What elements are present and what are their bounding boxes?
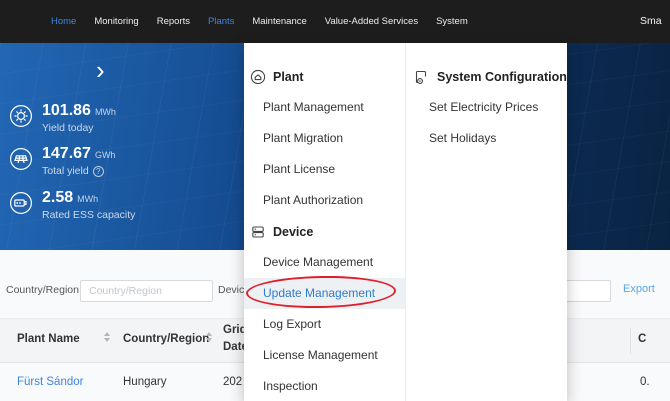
nav-item-monitoring[interactable]: Monitoring — [94, 16, 138, 27]
column-divider — [630, 328, 631, 354]
nav-item-truncated[interactable]: Sma — [640, 0, 662, 43]
menu-item-log-export[interactable]: Log Export — [244, 309, 405, 340]
country-region-filter-label: Country/Region — [6, 284, 79, 296]
nav-item-home[interactable]: Home — [51, 16, 76, 27]
plant-icon — [250, 69, 266, 85]
top-nav: Home Monitoring Reports Plants Maintenan… — [0, 0, 670, 43]
banner-next-arrow-icon[interactable]: › — [96, 57, 105, 83]
menu-section-system-configuration: System Configuration — [406, 61, 567, 92]
nav-item-plants[interactable]: Plants — [208, 16, 234, 27]
stat-label: Rated ESS capacity — [42, 209, 135, 221]
stat-value: 147.67 — [42, 145, 91, 162]
menu-column-1: Plant Plant Management Plant Migration P… — [244, 43, 405, 401]
menu-item-plant-management[interactable]: Plant Management — [244, 92, 405, 123]
country-region-input[interactable] — [80, 280, 213, 302]
plants-dropdown-menu: Plant Plant Management Plant Migration P… — [244, 43, 567, 401]
stat-value: 101.86 — [42, 102, 91, 119]
plant-name-link[interactable]: Fürst Sándor — [17, 376, 83, 388]
stat-unit: GWh — [95, 150, 116, 160]
grid-date-cell: 202 — [223, 376, 242, 388]
c-value-cell: 0. — [640, 376, 650, 388]
country-cell: Hungary — [123, 376, 166, 388]
yield-today-icon — [9, 104, 33, 128]
nav-item-maintenance[interactable]: Maintenance — [252, 16, 306, 27]
nav-item-reports[interactable]: Reports — [157, 16, 190, 27]
stat-unit: MWh — [95, 107, 116, 117]
nav-item-system[interactable]: System — [436, 16, 468, 27]
stat-rated-ess-capacity: 2.58 MWh Rated ESS capacity — [9, 189, 135, 221]
column-header-c: C — [638, 333, 646, 345]
menu-item-set-electricity-prices[interactable]: Set Electricity Prices — [406, 92, 567, 123]
menu-item-plant-authorization[interactable]: Plant Authorization — [244, 185, 405, 216]
stat-label: Total yield ? — [42, 165, 115, 177]
export-link[interactable]: Export — [623, 283, 655, 295]
menu-item-license-management[interactable]: License Management — [244, 340, 405, 371]
menu-item-plant-license[interactable]: Plant License — [244, 154, 405, 185]
stat-value: 2.58 — [42, 189, 73, 206]
nav-item-value-added-services[interactable]: Value-Added Services — [325, 16, 418, 27]
column-header-plant-name[interactable]: Plant Name — [17, 333, 80, 345]
menu-section-plant: Plant — [244, 61, 405, 92]
stat-unit: MWh — [77, 194, 98, 204]
menu-item-inspection[interactable]: Inspection — [244, 371, 405, 401]
menu-item-device-management[interactable]: Device Management — [244, 247, 405, 278]
stat-total-yield: 147.67 GWh Total yield ? — [9, 145, 115, 177]
ess-capacity-icon — [9, 191, 33, 215]
system-config-icon — [414, 69, 430, 85]
stat-yield-today: 101.86 MWh Yield today — [9, 102, 116, 134]
stat-label: Yield today — [42, 122, 116, 134]
column-header-country-region[interactable]: Country/Region — [123, 333, 209, 345]
help-icon[interactable]: ? — [93, 166, 104, 177]
app-screen: Home Monitoring Reports Plants Maintenan… — [0, 0, 670, 401]
total-yield-icon — [9, 147, 33, 171]
menu-item-set-holidays[interactable]: Set Holidays — [406, 123, 567, 154]
menu-item-update-management[interactable]: Update Management — [244, 278, 405, 309]
sort-icon[interactable] — [104, 332, 112, 342]
device-icon — [250, 224, 266, 240]
menu-section-device: Device — [244, 216, 405, 247]
sort-icon[interactable] — [206, 332, 214, 342]
menu-item-plant-migration[interactable]: Plant Migration — [244, 123, 405, 154]
menu-column-2: System Configuration Set Electricity Pri… — [405, 43, 567, 401]
